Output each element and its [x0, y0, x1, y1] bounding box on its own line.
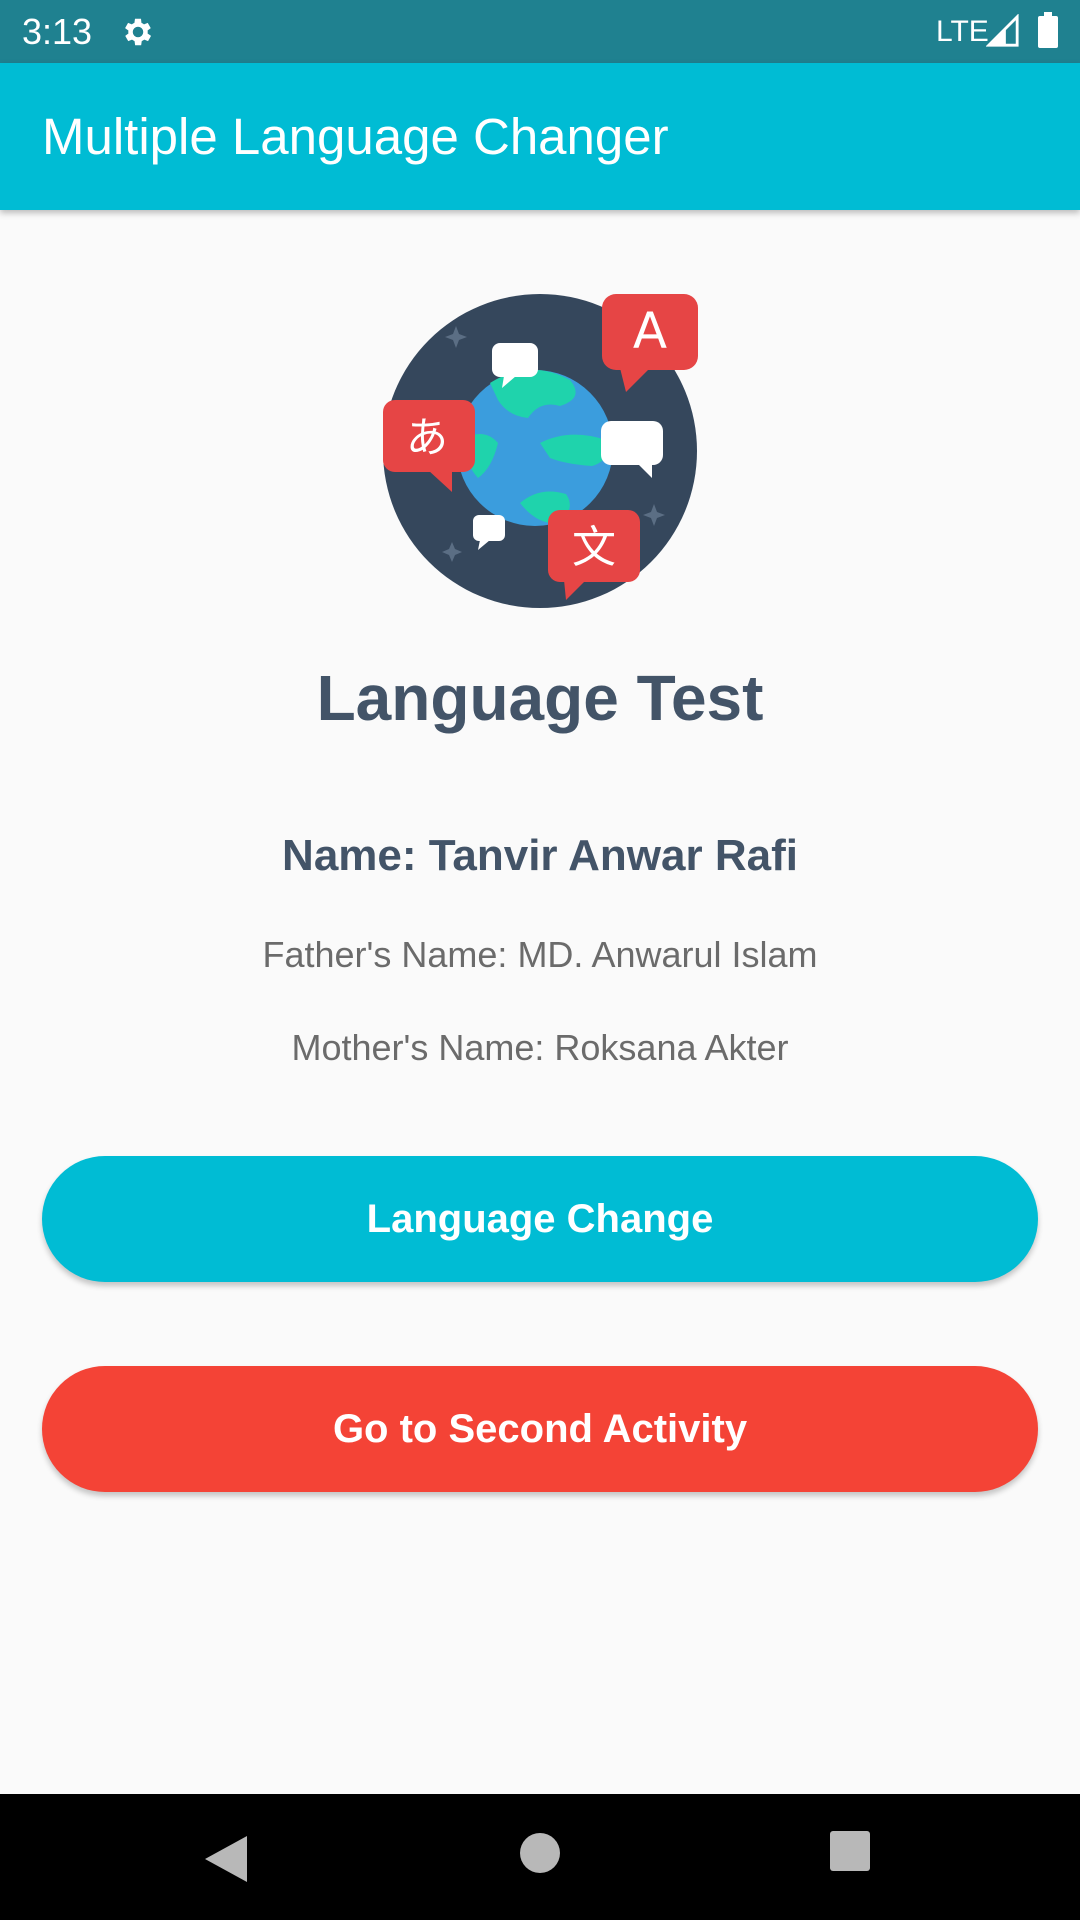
gear-icon: [125, 18, 152, 46]
mother-name-label: Mother's Name: Roksana Akter: [291, 1027, 789, 1068]
name-label: Name: Tanvir Anwar Rafi: [282, 831, 798, 880]
home-icon[interactable]: [519, 1832, 561, 1874]
app-title: Multiple Language Changer: [42, 108, 669, 165]
father-name-label: Father's Name: MD. Anwarul Islam: [262, 934, 818, 975]
second-activity-button[interactable]: Go to Second Activity: [42, 1366, 1038, 1492]
svg-text:A: A: [633, 302, 667, 360]
network-type: LTE: [936, 15, 989, 48]
language-globe-logo: A あ 文: [383, 294, 698, 608]
language-change-button[interactable]: Language Change: [42, 1156, 1038, 1282]
back-icon[interactable]: [203, 1834, 249, 1884]
svg-text:文: 文: [572, 522, 616, 573]
navigation-bar: [0, 1794, 1080, 1920]
recents-icon[interactable]: [830, 1831, 870, 1871]
status-bar: 3:13 LTE: [0, 0, 1080, 63]
status-time: 3:13: [22, 11, 93, 52]
battery-icon: [1038, 12, 1058, 48]
app-bar: Multiple Language Changer: [0, 63, 1080, 210]
signal-icon: [986, 14, 1019, 47]
page-heading: Language Test: [316, 662, 764, 734]
svg-text:あ: あ: [406, 413, 448, 462]
